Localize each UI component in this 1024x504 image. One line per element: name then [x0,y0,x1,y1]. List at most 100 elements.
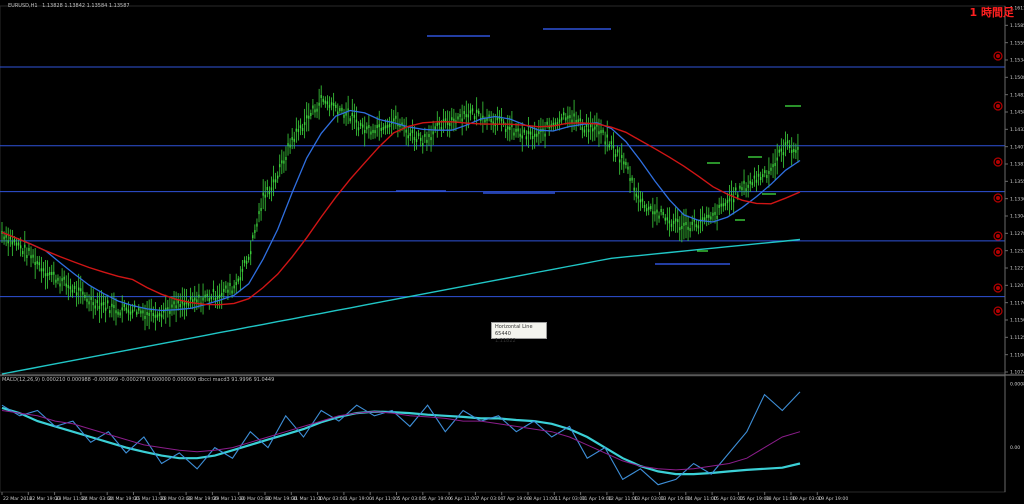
candle-body [293,138,295,142]
candle-body [289,144,291,148]
candle-body [305,115,308,119]
candle-body [258,211,260,215]
price-tick-label: 1.13556 [1010,179,1024,185]
candle-body [629,178,631,182]
candle-body [326,101,329,105]
candle-body [218,294,221,298]
candle-body [594,126,596,130]
candle-body [109,310,111,314]
candle-body [691,221,693,225]
long-moving-average [1,238,801,375]
candle-body [618,159,621,163]
candle-body [764,170,766,174]
candle-body [129,311,132,315]
candle-body [647,206,650,210]
candle-body [335,104,337,108]
candle-body [616,149,619,153]
candle-body [308,115,310,119]
candle-body [65,283,67,287]
timeframe-badge: 1 時間足 [969,6,1014,19]
candle-body [411,130,414,134]
candle-body [726,200,729,204]
candle-body [795,149,797,153]
candle-body [158,313,161,317]
candle-body [63,276,65,280]
candle-body [766,174,768,178]
candle-body [689,228,691,232]
candle-body [757,173,760,177]
candle-body [449,122,451,126]
candle-body [627,166,629,170]
candle-body [96,300,99,304]
candle-body [722,203,725,207]
candle-body [171,304,173,308]
candle-body [633,187,635,191]
candle-body [432,131,434,135]
candle-body [100,302,103,306]
candle-body [355,119,358,123]
candle-body [189,296,192,300]
candle-body [637,195,640,199]
candle-body [359,122,362,126]
candle-body [34,261,36,265]
candle-body [40,268,43,272]
candle-body [210,296,213,300]
candle-body [208,298,210,302]
candle-body [272,179,275,183]
candle-body [86,298,88,302]
candle-body [577,119,579,123]
candle-body [650,206,652,210]
candle-body [706,214,708,218]
candle-body [69,286,72,290]
candle-body [19,245,22,249]
time-tick-label: 22 Mar 2016 [3,496,32,502]
candle-body [393,118,395,122]
candle-body [107,300,109,304]
price-tick-label: 1.11250 [1010,335,1024,341]
candle-body [405,129,407,133]
candle-body [751,182,754,186]
candle-body [388,124,391,128]
candle-body [507,126,509,130]
candle-body [677,219,679,223]
candle-body [231,290,233,294]
candle-body [48,271,51,275]
macd-series-line [1,410,801,471]
candle-body [301,127,304,131]
candle-body [136,311,138,315]
chart: EURUSD,H1 1.13828 1.13842 1.13584 1.1358… [0,3,1024,502]
candle-body [71,289,74,293]
candle-body [9,236,11,240]
price-tick-label: 1.12270 [1010,266,1024,272]
candle-body [245,260,248,264]
candle-body [745,188,747,192]
price-axis: 1.161101.158501.155951.153451.150851.148… [1004,6,1024,492]
candle-body [697,225,700,229]
candle-body [295,128,298,132]
candle-body [521,135,523,139]
candle-body [735,187,737,191]
candle-body [529,131,532,135]
price-tick-label: 1.13810 [1010,162,1024,168]
time-axis: 22 Mar 201622 Mar 19:0023 Mar 11:0024 Ma… [1,492,848,502]
level-marker-dot [996,196,1000,200]
candle-body [519,133,521,137]
candle-body [625,162,627,166]
candle-body [415,139,418,143]
level-marker-dot [996,309,1000,313]
candle-body [196,299,198,303]
candle-body [169,310,171,314]
price-tick-label: 1.13040 [1010,214,1024,220]
candle-body [53,271,55,275]
level-marker-dot [996,160,1000,164]
candle-body [24,244,26,248]
price-tick-label: 1.11760 [1010,300,1024,306]
candle-body [496,117,499,121]
candle-body [283,160,285,164]
candle-body [419,137,422,141]
candle-body [753,175,756,179]
candle-body [138,307,140,311]
candle-body [728,198,731,202]
price-tick-label: 1.15595 [1010,40,1024,46]
candle-body [332,103,335,107]
